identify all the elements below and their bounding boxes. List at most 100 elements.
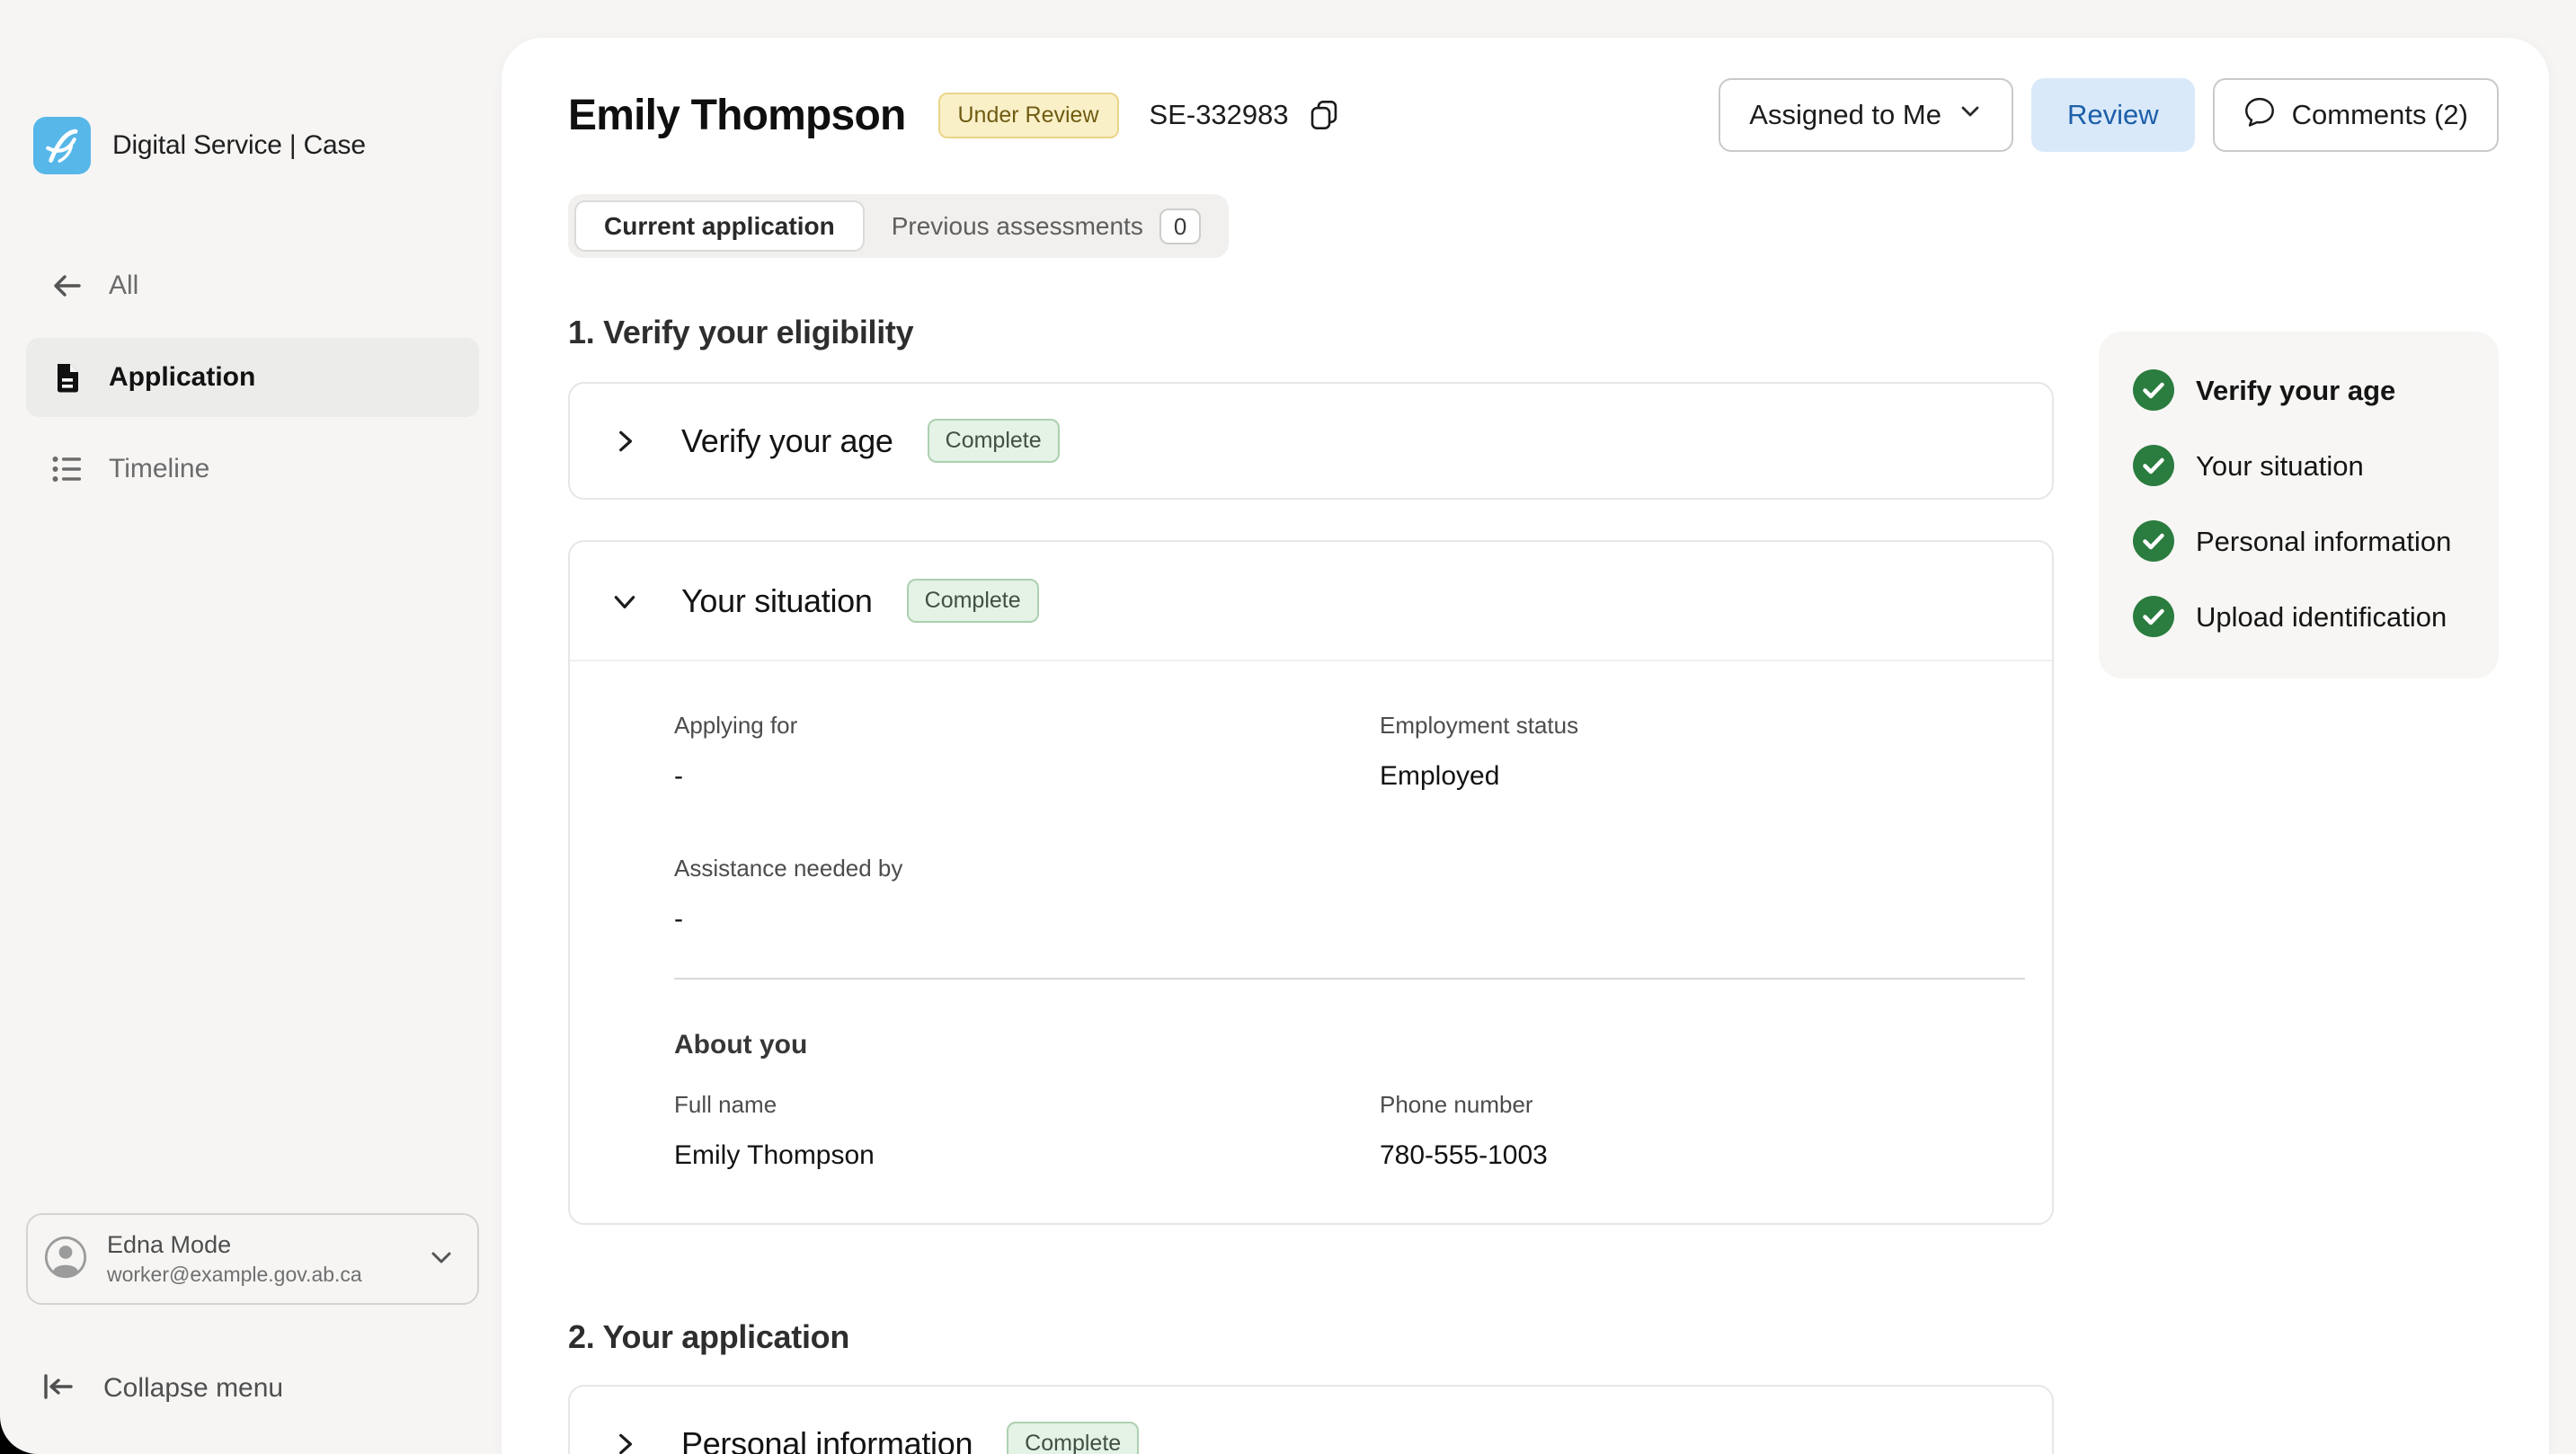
field-applying-for: Applying for - [674,712,1380,792]
collapse-menu-button[interactable]: Collapse menu [26,1357,479,1420]
accordion-title: Personal information [681,1425,973,1454]
tab-previous-assessments[interactable]: Previous assessments 0 [870,200,1223,252]
tab-bar: Current application Previous assessments… [568,194,1229,258]
user-info: Edna Mode worker@example.gov.ab.ca [107,1231,407,1287]
field-value: Employed [1380,761,2025,792]
divider [674,978,2025,980]
sidebar-item-timeline[interactable]: Timeline [26,430,479,509]
section-2-title: 2. Your application [568,1318,2054,1356]
accordion-header[interactable]: Your situation Complete [570,542,2052,660]
accordion-your-situation: Your situation Complete Applying for - E… [568,540,2054,1225]
field-label: Applying for [674,712,1380,740]
main-content: Emily Thompson Under Review SE-332983 As… [502,38,2549,1454]
accordion-body: Applying for - Employment status Employe… [570,661,2052,1223]
copy-icon[interactable] [1307,98,1341,132]
checklist-item-label: Upload identification [2196,596,2447,637]
accordion-title: Your situation [681,582,873,620]
complete-badge: Complete [928,419,1060,463]
sidebar-item-all[interactable]: All [26,246,479,325]
field-label: Employment status [1380,712,2025,740]
accordion-personal-information: Personal information Complete [568,1385,2054,1454]
application-sections: 1. Verify your eligibility Verify your a… [568,314,2054,1454]
about-you-heading: About you [674,1030,2025,1060]
assigned-dropdown-label: Assigned to Me [1749,99,1941,131]
tab-label: Current application [604,212,835,241]
collapse-menu-label: Collapse menu [103,1373,283,1404]
document-icon [48,358,87,397]
comments-button-label: Comments (2) [2292,99,2468,131]
alberta-logo-icon [33,117,91,174]
list-icon [48,449,87,489]
field-label: Full name [674,1091,1380,1119]
checklist-item-label: Personal information [2196,520,2451,562]
progress-checklist: Verify your age Your situation [2099,332,2499,678]
field-label: Phone number [1380,1091,2025,1119]
checklist-item-label: Your situation [2196,445,2364,486]
field-value: 780-555-1003 [1380,1140,2025,1171]
chevron-right-icon [609,428,640,455]
checklist-item-label: Verify your age [2196,369,2395,411]
brand-title: Digital Service | Case [112,130,366,161]
chevron-right-icon [609,1431,640,1454]
app-root: Digital Service | Case All [0,0,2576,1454]
field-employment-status: Employment status Employed [1380,712,2025,792]
user-email: worker@example.gov.ab.ca [107,1263,407,1287]
field-row: Full name Emily Thompson Phone number 78… [674,1091,2025,1171]
section-1-title: 1. Verify your eligibility [568,314,2054,351]
comment-icon [2243,95,2276,135]
field-value: - [674,904,1380,935]
accordion-verify-your-age: Verify your age Complete [568,382,2054,500]
sidebar-item-label: Timeline [109,454,209,484]
content-row: 1. Verify your eligibility Verify your a… [568,314,2499,1454]
field-phone-number: Phone number 780-555-1003 [1380,1091,2025,1171]
case-header: Emily Thompson Under Review SE-332983 As… [568,77,2499,153]
review-button[interactable]: Review [2031,78,2195,152]
sidebar-item-application[interactable]: Application [26,338,479,417]
tab-current-application[interactable]: Current application [574,200,865,252]
chevron-down-icon [1958,99,1983,131]
field-row: Assistance needed by - [674,855,2025,935]
field-assistance-needed-by: Assistance needed by - [674,855,1380,935]
field-label: Assistance needed by [674,855,1380,882]
sidebar-nav: All Application [0,246,502,509]
avatar-icon [44,1236,87,1283]
field-value: Emily Thompson [674,1140,1380,1171]
page-title: Emily Thompson [568,91,906,140]
status-badge: Under Review [938,93,1119,138]
tab-count-badge: 0 [1159,208,1201,244]
sidebar: Digital Service | Case All [0,0,502,1454]
case-id: SE-332983 [1150,99,1289,131]
back-arrow-icon [48,266,87,306]
user-menu[interactable]: Edna Mode worker@example.gov.ab.ca [26,1213,479,1305]
review-button-label: Review [2067,99,2159,131]
brand: Digital Service | Case [33,117,502,174]
complete-badge: Complete [907,579,1039,623]
checklist-item-upload-identification[interactable]: Upload identification [2133,596,2465,637]
check-circle-icon [2133,520,2174,562]
checklist-item-personal-information[interactable]: Personal information [2133,520,2465,562]
progress-rail: Verify your age Your situation [2099,314,2499,1454]
field-full-name: Full name Emily Thompson [674,1091,1380,1171]
complete-badge: Complete [1007,1422,1139,1454]
field-row: Applying for - Employment status Employe… [674,712,2025,792]
check-circle-icon [2133,445,2174,486]
checklist-item-your-situation[interactable]: Your situation [2133,445,2465,486]
chevron-down-icon [609,588,640,615]
accordion-header[interactable]: Verify your age Complete [570,384,2052,498]
collapse-icon [39,1368,76,1410]
assigned-dropdown[interactable]: Assigned to Me [1719,78,2013,152]
accordion-title: Verify your age [681,422,893,460]
field-value: - [674,761,1380,792]
tab-label: Previous assessments [892,212,1143,241]
comments-button[interactable]: Comments (2) [2213,78,2499,152]
user-name: Edna Mode [107,1231,407,1259]
sidebar-footer: Edna Mode worker@example.gov.ab.ca Colla… [26,1213,479,1420]
sidebar-item-label: Application [109,362,255,393]
header-actions: Assigned to Me Review [1719,78,2499,152]
check-circle-icon [2133,596,2174,637]
chevron-down-icon [427,1243,456,1276]
checklist-item-verify-your-age[interactable]: Verify your age [2133,369,2465,411]
accordion-header[interactable]: Personal information Complete [570,1387,2052,1454]
sidebar-item-label: All [109,270,138,301]
check-circle-icon [2133,369,2174,411]
